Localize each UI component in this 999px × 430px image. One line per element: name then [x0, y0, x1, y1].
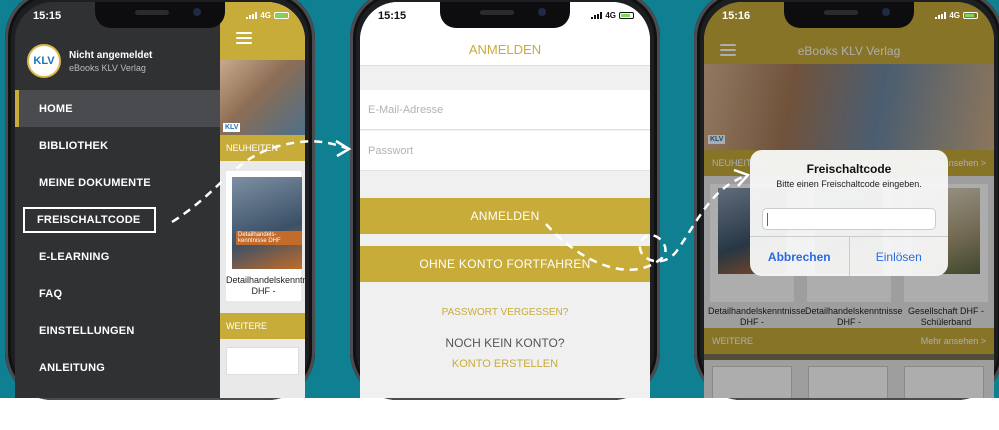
phone-menu-screen: 15:15 4G KLV NEUHEITEN Detailhandels-ken…	[15, 2, 305, 398]
book-cover-title: Detailhandels-kenntnisse DHF	[236, 231, 302, 245]
network-label: 4G	[949, 11, 960, 20]
menu-item-bibliothek[interactable]: BIBLIOTHEK	[15, 127, 220, 164]
phone-login: 15:15 4G ANMELDEN ANMELDEN OHNE KONTO FO…	[350, 0, 660, 400]
status-bar: 15:15 4G	[15, 2, 305, 28]
menu-item-label: FAQ	[39, 287, 63, 300]
email-field[interactable]	[360, 90, 650, 130]
menu-item-label: EINSTELLUNGEN	[39, 324, 135, 337]
signal-icon	[935, 12, 947, 19]
email-input[interactable]	[368, 103, 650, 116]
battery-icon	[619, 12, 634, 19]
status-bar: 15:15 4G	[360, 2, 650, 28]
no-account-text: NOCH KEIN KONTO?	[445, 336, 565, 350]
menu-item-meine-dokumente[interactable]: MEINE DOKUMENTE	[15, 164, 220, 201]
dialog-title: Freischaltcode	[806, 162, 892, 176]
forgot-password-link[interactable]: PASSWORT VERGESSEN?	[360, 307, 650, 318]
drawer-profile: KLV Nicht angemeldet eBooks KLV Verlag	[27, 44, 152, 78]
peek-book-card[interactable]: Detailhandels-kenntnisse DHF Detailhande…	[226, 171, 305, 301]
klv-logo-mini: KLV	[223, 123, 241, 132]
menu-item-home[interactable]: HOME	[15, 90, 220, 127]
navigation-drawer: KLV Nicht angemeldet eBooks KLV Verlag H…	[15, 2, 220, 398]
dialog-buttons: Abbrechen Einlösen	[750, 236, 948, 276]
redeem-button[interactable]: Einlösen	[848, 237, 949, 276]
peek-section-new[interactable]: NEUHEITEN	[220, 135, 305, 161]
menu-item-label: ANLEITUNG	[39, 361, 105, 374]
battery-icon	[963, 12, 978, 19]
dialog-message: Bitte einen Freischaltcode eingeben.	[776, 179, 922, 189]
menu-item-label: MEINE DOKUMENTE	[39, 176, 151, 189]
phone-unlock-screen: 15:16 4G eBooks KLV Verlag KLV NEUHEITEN…	[704, 2, 994, 398]
phone-login-screen: 15:15 4G ANMELDEN ANMELDEN OHNE KONTO FO…	[360, 2, 650, 398]
hamburger-menu-icon[interactable]	[236, 32, 252, 44]
phone-menu: 15:15 4G KLV NEUHEITEN Detailhandels-ken…	[5, 0, 315, 400]
peek-thumbnail[interactable]	[226, 347, 299, 375]
login-button[interactable]: ANMELDEN	[360, 198, 650, 234]
menu-item-einstellungen[interactable]: EINSTELLUNGEN	[15, 312, 220, 349]
signal-icon	[591, 12, 603, 19]
status-network: 4G	[246, 11, 289, 20]
signal-icon	[246, 12, 258, 19]
continue-without-account-button[interactable]: OHNE KONTO FORTFAHREN	[360, 246, 650, 282]
battery-icon	[274, 12, 289, 19]
arrow-menu-to-login-head	[335, 139, 352, 158]
phone-unlock: 15:16 4G eBooks KLV Verlag KLV NEUHEITEN…	[694, 0, 999, 400]
status-time: 15:15	[33, 10, 62, 22]
menu-item-anleitung[interactable]: ANLEITUNG	[15, 349, 220, 386]
password-input[interactable]	[368, 144, 650, 157]
cancel-button[interactable]: Abbrechen	[750, 237, 849, 276]
drawer-menu: HOME BIBLIOTHEK MEINE DOKUMENTE FREISCHA…	[15, 90, 220, 386]
status-bar: 15:16 4G	[704, 2, 994, 28]
network-label: 4G	[605, 11, 616, 20]
menu-item-freischaltcode[interactable]: FREISCHALTCODE	[15, 201, 220, 238]
menu-item-label: BIBLIOTHEK	[39, 139, 109, 152]
password-field[interactable]	[360, 131, 650, 171]
klv-logo: KLV	[27, 44, 61, 78]
unlock-code-input[interactable]	[762, 208, 936, 230]
status-network: 4G	[591, 11, 634, 20]
menu-item-faq[interactable]: FAQ	[15, 275, 220, 312]
login-title: ANMELDEN	[468, 42, 542, 57]
menu-item-e-learning[interactable]: E-LEARNING	[15, 238, 220, 275]
profile-name: Nicht angemeldet	[69, 49, 153, 61]
menu-item-label: FREISCHALTCODE	[23, 206, 157, 233]
create-account-link[interactable]: KONTO ERSTELLEN	[360, 358, 650, 370]
bottom-band	[0, 398, 999, 430]
book-caption: Detailhandelskenntnisse DHF -	[226, 275, 305, 296]
menu-item-label: E-LEARNING	[39, 250, 110, 263]
status-time: 15:16	[722, 10, 751, 22]
status-network: 4G	[935, 11, 978, 20]
status-time: 15:15	[378, 10, 407, 22]
peek-section-more[interactable]: WEITERE	[220, 313, 305, 339]
profile-publisher: eBooks KLV Verlag	[69, 62, 146, 73]
unlock-code-dialog: Freischaltcode Bitte einen Freischaltcod…	[750, 150, 948, 276]
content-peek[interactable]: KLV NEUHEITEN Detailhandels-kenntnisse D…	[220, 2, 305, 398]
peek-hero-image: KLV	[220, 60, 305, 135]
network-label: 4G	[260, 11, 271, 20]
book-cover: Detailhandels-kenntnisse DHF	[232, 177, 302, 269]
menu-item-label: HOME	[39, 102, 73, 115]
